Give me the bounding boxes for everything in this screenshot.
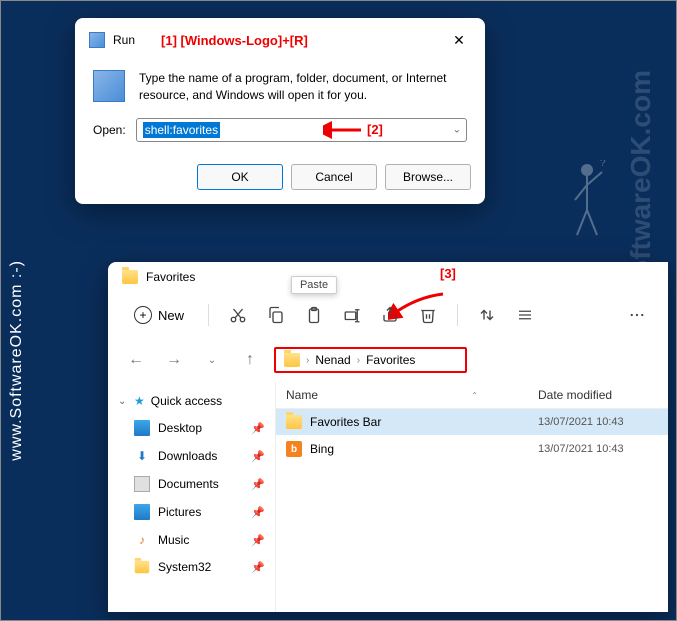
back-icon[interactable]: ← [122,346,150,374]
sidebar-item-music[interactable]: ♪Music 📌 [108,526,275,554]
sidebar-item-system32[interactable]: System32 📌 [108,554,275,580]
run-title: Run [113,33,135,47]
music-icon: ♪ [134,532,150,548]
file-date: 13/07/2021 10:43 [538,416,658,428]
paste-tooltip: Paste [291,276,337,294]
chevron-right-icon: › [357,355,360,366]
bing-icon: b [286,441,302,457]
explorer-title: Favorites [146,270,195,284]
breadcrumb[interactable]: › Nenad › Favorites [274,347,467,373]
run-app-icon [89,32,105,48]
pin-icon: 📌 [251,561,265,574]
column-headers[interactable]: Name ⌃ Date modified [276,382,668,409]
ok-button[interactable]: OK [197,164,283,190]
sort-caret-icon: ⌃ [471,391,478,400]
close-icon[interactable]: ✕ [447,28,471,52]
downloads-icon: ⬇ [134,448,150,464]
view-icon[interactable] [508,298,542,332]
sidebar-item-quick-access[interactable]: ⌄ ★ Quick access [108,388,275,414]
sort-icon[interactable] [470,298,504,332]
folder-icon [122,270,138,284]
pin-icon: 📌 [251,478,265,491]
svg-text:?: ? [600,160,606,169]
file-date: 13/07/2021 10:43 [538,443,658,455]
desktop-icon [134,420,150,436]
list-item[interactable]: bBing 13/07/2021 10:43 [276,435,668,463]
new-label: New [158,308,184,323]
pin-icon: 📌 [251,450,265,463]
watermark-left: www.SoftwareOK.com :-) [8,260,26,461]
more-icon[interactable] [620,298,654,332]
explorer-toolbar: [3] + New Paste [108,292,668,338]
pin-icon: 📌 [251,534,265,547]
folder-icon [286,415,302,429]
copy-icon[interactable] [259,298,293,332]
explorer-window: Favorites [3] + New Paste [108,262,668,612]
run-input[interactable]: shell:favorites [136,118,467,142]
chevron-down-icon: ⌄ [118,396,128,407]
annotation-1: [1] [Windows-Logo]+[R] [161,33,308,48]
decorative-figure: ? [567,160,607,240]
sidebar-item-pictures[interactable]: Pictures 📌 [108,498,275,526]
pin-icon: 📌 [251,422,265,435]
browse-button[interactable]: Browse... [385,164,471,190]
plus-icon: + [134,306,152,324]
cancel-button[interactable]: Cancel [291,164,377,190]
explorer-navbar: ← → ⌄ ↑ › Nenad › Favorites [108,338,668,382]
sidebar-item-documents[interactable]: Documents 📌 [108,470,275,498]
file-list: Name ⌃ Date modified Favorites Bar 13/07/… [276,382,668,612]
sidebar: ⌄ ★ Quick access Desktop 📌 ⬇Downloads 📌 … [108,382,276,612]
paste-icon[interactable]: Paste [297,298,331,332]
breadcrumb-item[interactable]: Favorites [366,353,415,367]
chevron-right-icon: › [306,355,309,366]
forward-icon[interactable]: → [160,346,188,374]
run-titlebar: Run [1] [Windows-Logo]+[R] ✕ [75,18,485,58]
open-label: Open: [93,123,126,137]
chevron-down-icon[interactable]: ⌄ [453,124,461,135]
run-dialog: Run [1] [Windows-Logo]+[R] ✕ Type the na… [75,18,485,204]
folder-icon [135,561,149,574]
pictures-icon [134,504,150,520]
share-icon[interactable] [373,298,407,332]
run-body-icon [93,70,125,102]
documents-icon [134,476,150,492]
breadcrumb-item[interactable]: Nenad [315,353,350,367]
run-message: Type the name of a program, folder, docu… [139,70,467,104]
star-icon: ★ [134,394,145,408]
column-name[interactable]: Name [286,388,318,402]
cut-icon[interactable] [221,298,255,332]
delete-icon[interactable] [411,298,445,332]
annotation-arrow-2: [2] [323,120,383,140]
rename-icon[interactable] [335,298,369,332]
annotation-3: [3] [440,266,456,281]
sidebar-item-desktop[interactable]: Desktop 📌 [108,414,275,442]
folder-icon [284,353,300,367]
new-button[interactable]: + New [122,300,196,330]
sidebar-label: Quick access [151,394,222,408]
explorer-titlebar: Favorites [108,262,668,292]
list-item[interactable]: Favorites Bar 13/07/2021 10:43 [276,409,668,435]
sidebar-item-downloads[interactable]: ⬇Downloads 📌 [108,442,275,470]
column-date[interactable]: Date modified [538,388,658,402]
up-icon[interactable]: ↑ [236,346,264,374]
pin-icon: 📌 [251,506,265,519]
chevron-down-icon[interactable]: ⌄ [198,346,226,374]
